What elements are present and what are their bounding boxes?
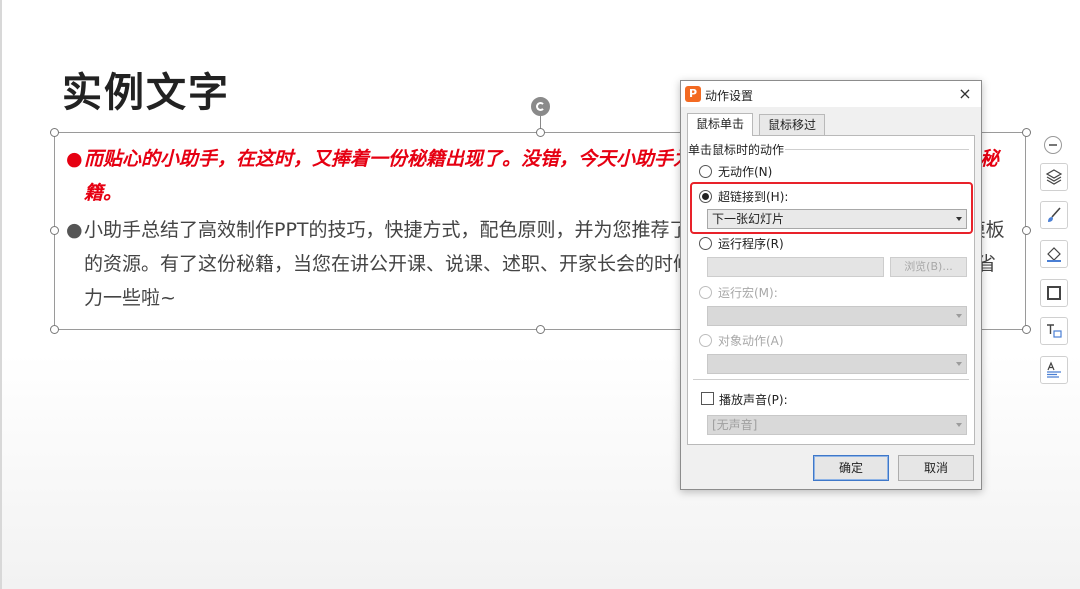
macro-select: [707, 306, 967, 326]
collapse-icon[interactable]: [1044, 136, 1062, 154]
brush-icon: [1048, 207, 1061, 222]
brush-tool-button[interactable]: [1040, 201, 1068, 229]
browse-button: 浏览(B)...: [890, 257, 967, 277]
border-icon: [1047, 286, 1061, 300]
tab-mouse-click[interactable]: 鼠标单击: [687, 113, 754, 136]
resize-handle-top[interactable]: [536, 128, 545, 137]
ok-button[interactable]: 确定: [813, 455, 889, 481]
resize-handle-left[interactable]: [50, 226, 59, 235]
fill-icon: [1047, 247, 1061, 262]
select-value: [无声音]: [712, 418, 758, 432]
resize-handle-right[interactable]: [1022, 226, 1031, 235]
resize-handle-top-left[interactable]: [50, 128, 59, 137]
dropdown-arrow-icon: [956, 423, 962, 427]
app-logo-icon: P: [685, 86, 701, 102]
radio-button[interactable]: [699, 165, 712, 178]
radio-button[interactable]: [699, 237, 712, 250]
text-style-tool-button[interactable]: [1040, 356, 1068, 384]
textbox-tool-button[interactable]: [1040, 317, 1068, 345]
resize-handle-top-right[interactable]: [1022, 128, 1031, 137]
slide-edge: [0, 0, 2, 589]
group-divider: [785, 149, 969, 150]
highlight-box: [690, 182, 973, 234]
play-sound-label: 播放声音(P):: [719, 393, 788, 407]
radio-label: 无动作(N): [718, 165, 773, 179]
bullet-dot: ●: [66, 219, 83, 241]
cancel-button[interactable]: 取消: [898, 455, 974, 481]
group-label: 单击鼠标时的动作: [688, 141, 789, 158]
dialog-title: 动作设置: [705, 89, 754, 103]
dialog-titlebar[interactable]: P 动作设置 ×: [681, 81, 981, 107]
fill-tool-button[interactable]: [1040, 240, 1068, 268]
play-sound-checkbox[interactable]: [701, 392, 714, 405]
radio-label: 运行宏(M):: [718, 286, 778, 300]
tab-mouse-over[interactable]: 鼠标移过: [759, 114, 826, 135]
object-action-select: [707, 354, 967, 374]
layers-tool-button[interactable]: [1040, 163, 1068, 191]
layers-icon: [1045, 169, 1063, 185]
radio-label: 对象动作(A): [718, 334, 784, 348]
program-path-input: [707, 257, 884, 277]
resize-handle-bottom-left[interactable]: [50, 325, 59, 334]
radio-button: [699, 334, 712, 347]
section-divider: [693, 379, 969, 380]
textbox-icon: [1047, 324, 1062, 338]
radio-button: [699, 286, 712, 299]
sound-select: [无声音]: [707, 415, 967, 435]
close-icon[interactable]: ×: [955, 84, 975, 104]
resize-handle-bottom[interactable]: [536, 325, 545, 334]
text-style-icon: [1047, 361, 1061, 378]
border-tool-button[interactable]: [1040, 279, 1068, 307]
dropdown-arrow-icon: [956, 314, 962, 318]
resize-handle-bottom-right[interactable]: [1022, 325, 1031, 334]
dropdown-arrow-icon: [956, 362, 962, 366]
action-settings-dialog[interactable]: P 动作设置 × 鼠标单击 鼠标移过 单击鼠标时的动作 无动作(N) 超链接到(…: [680, 80, 982, 490]
bullet-dot: ●: [66, 148, 83, 170]
slide-title[interactable]: 实例文字: [62, 60, 230, 118]
rotate-handle-icon[interactable]: [531, 97, 550, 116]
radio-label: 运行程序(R): [718, 237, 784, 251]
